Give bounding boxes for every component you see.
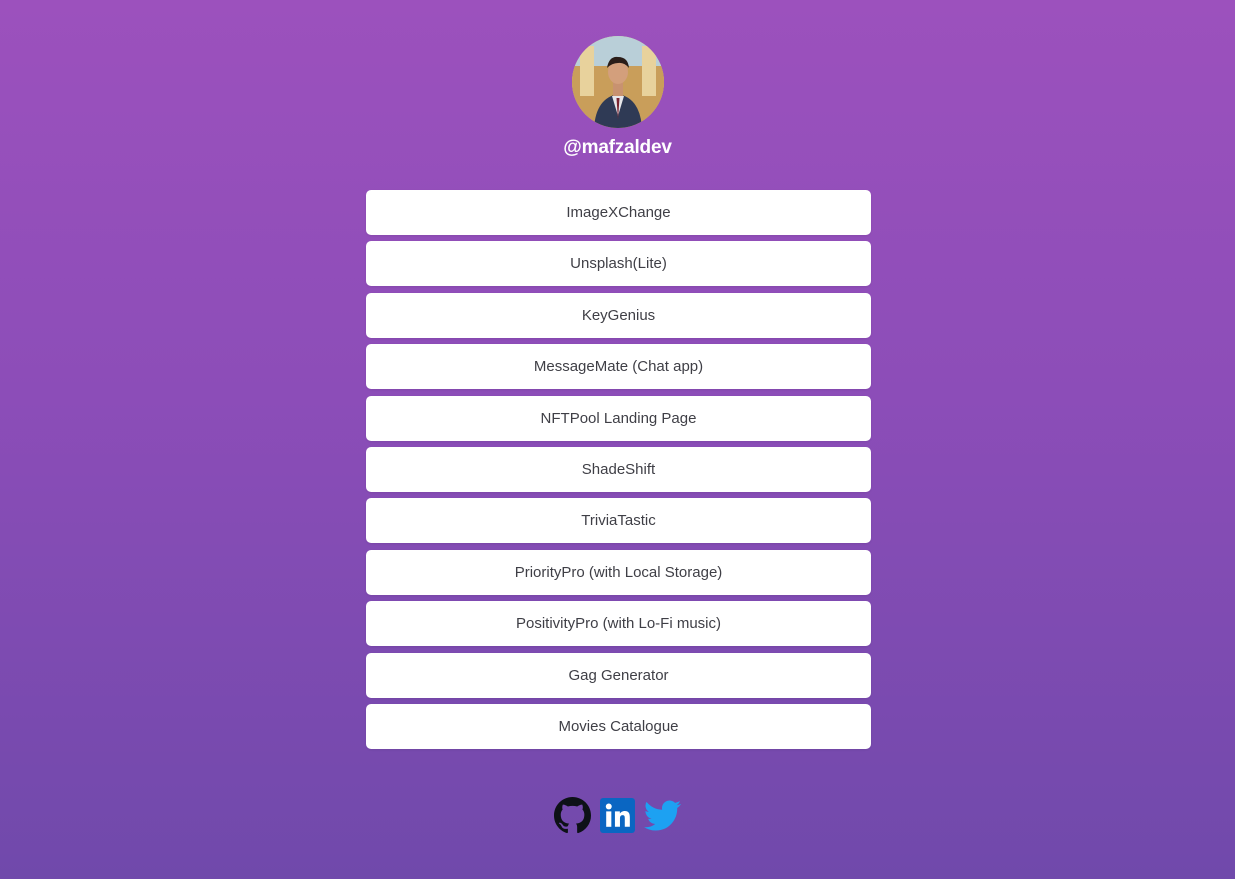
link-button-prioritypro[interactable]: PriorityPro (with Local Storage) (366, 549, 871, 595)
link-button-messagemate[interactable]: MessageMate (Chat app) (366, 344, 871, 390)
link-button-imagexchange[interactable]: ImageXChange (366, 190, 871, 235)
link-list: ImageXChange Unsplash(Lite) KeyGenius Me… (366, 190, 871, 755)
link-button-triviatastic[interactable]: TriviaTastic (366, 498, 871, 544)
link-button-unsplash-lite[interactable]: Unsplash(Lite) (366, 241, 871, 287)
github-icon[interactable] (554, 797, 591, 834)
list-item: TriviaTastic (366, 498, 871, 544)
social-links (0, 797, 1235, 834)
list-item: Movies Catalogue (366, 703, 871, 749)
list-item: ShadeShift (366, 446, 871, 492)
list-item: NFTPool Landing Page (366, 395, 871, 441)
link-button-shadeshift[interactable]: ShadeShift (366, 446, 871, 492)
link-button-keygenius[interactable]: KeyGenius (366, 292, 871, 338)
link-button-positivitypro[interactable]: PositivityPro (with Lo-Fi music) (366, 601, 871, 647)
linkedin-icon[interactable] (599, 797, 636, 834)
username-handle: @mafzaldev (563, 137, 672, 158)
list-item: ImageXChange (366, 190, 871, 235)
avatar (572, 36, 664, 128)
link-button-gag-generator[interactable]: Gag Generator (366, 652, 871, 698)
list-item: PositivityPro (with Lo-Fi music) (366, 601, 871, 647)
list-item: Gag Generator (366, 652, 871, 698)
twitter-icon[interactable] (644, 797, 681, 834)
list-item: KeyGenius (366, 292, 871, 338)
link-button-movies-catalogue[interactable]: Movies Catalogue (366, 703, 871, 749)
link-button-nftpool[interactable]: NFTPool Landing Page (366, 395, 871, 441)
list-item: MessageMate (Chat app) (366, 344, 871, 390)
list-item: PriorityPro (with Local Storage) (366, 549, 871, 595)
list-item: Unsplash(Lite) (366, 241, 871, 287)
